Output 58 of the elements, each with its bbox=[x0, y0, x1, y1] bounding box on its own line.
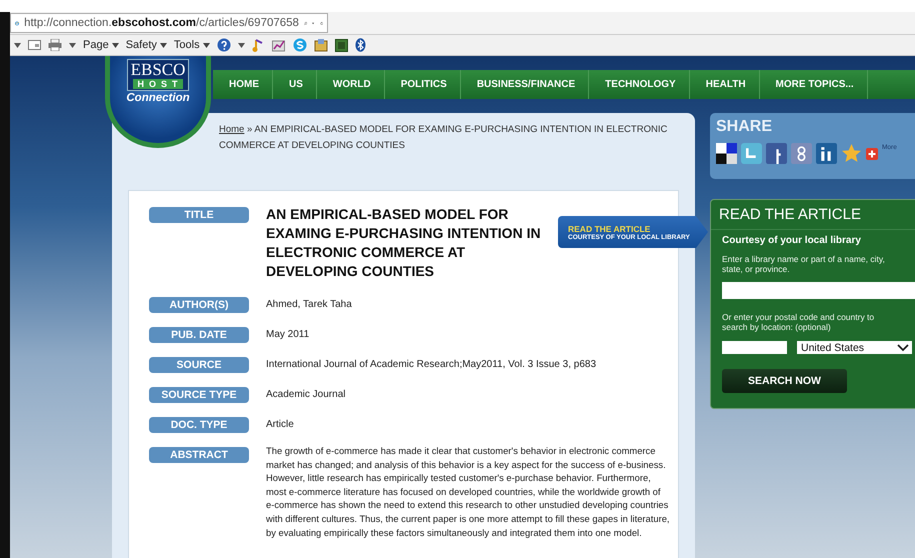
menu-button[interactable]: Tools bbox=[174, 39, 210, 51]
nav-link[interactable]: POLITICS bbox=[384, 70, 461, 99]
plus-icon[interactable] bbox=[866, 148, 878, 160]
postal-code-field[interactable] bbox=[722, 341, 787, 354]
library-name-field[interactable] bbox=[722, 282, 915, 299]
field-label: AUTHOR(S) bbox=[149, 297, 249, 313]
chevron-icon bbox=[897, 344, 909, 352]
hint-text: Enter a library name or part of a name, city, state, or province. bbox=[722, 254, 886, 274]
field-label: SOURCE TYPE bbox=[149, 387, 249, 403]
panel-subheading: Courtesy of your local library bbox=[722, 235, 862, 246]
nav-link[interactable]: WORLD bbox=[316, 70, 385, 99]
article-title: AN EMPIRICAL-BASED MODEL FOR EXAMING E-PURCHASING INTENTION IN ELECTRONIC COMMERCE AT DEVELOPING COUNTIES bbox=[266, 205, 542, 281]
caret-icon[interactable] bbox=[14, 42, 21, 48]
logo-text: HOST bbox=[133, 79, 182, 89]
breadcrumb: Home » AN EMPIRICAL-BASED MODEL FOR EXAMING E-PURCHASING INTENTION IN ELECTRONIC COMMERCE AT DEVELOPING COUNTIES bbox=[219, 123, 668, 153]
nav-link[interactable]: MORE TOPICS... bbox=[760, 70, 868, 99]
nav-link[interactable]: BUSINESS/FINANCE bbox=[460, 70, 590, 99]
star-icon[interactable] bbox=[841, 143, 862, 164]
nav-link[interactable]: TECHNOLOGY bbox=[589, 70, 690, 99]
field-value: Article bbox=[266, 418, 294, 432]
help-icon[interactable] bbox=[216, 38, 231, 52]
caret-icon[interactable] bbox=[69, 42, 76, 48]
field-label: PUB. DATE bbox=[149, 327, 249, 343]
url-text: http://connection.ebscohost.com/c/articles/69707658 bbox=[24, 17, 299, 29]
music-note-icon[interactable] bbox=[252, 38, 265, 52]
search-now-button[interactable]: SEARCH NOW bbox=[722, 369, 847, 393]
share-heading: SHARE bbox=[716, 118, 774, 136]
abstract-text: The growth of e-commerce has made it clear that customer's behavior in electronic commerce market has changed; and analysis of this behavior is a key aspect for the success of e-business. However, little research has empirically tested customer's e-purchase behavior. Furthermore, most e-commerce literature has focused on developed countries, while the worldwide growth of e-commerce has shown the need to extend this research to other unstudied developing countries with different cultures. Thus, the current paper is one more attempt to fill these gapes in literature, by evaluating empirically these factors simultaneously and integrated them into one model. bbox=[266, 444, 671, 540]
field-value: Academic Journal bbox=[266, 388, 346, 402]
logo-text: Connection bbox=[126, 92, 190, 104]
caret-icon bbox=[112, 42, 119, 48]
home-link[interactable]: Home bbox=[219, 124, 244, 135]
field-label: TITLE bbox=[149, 207, 249, 223]
nav-link[interactable]: HEALTH bbox=[690, 70, 760, 99]
nav-link[interactable]: HOME bbox=[213, 70, 273, 99]
caret-icon[interactable] bbox=[238, 42, 245, 48]
bluetooth-icon[interactable] bbox=[354, 38, 366, 52]
field-label: SOURCE bbox=[149, 357, 249, 373]
menu-button[interactable]: Safety bbox=[126, 39, 167, 51]
caret-icon bbox=[202, 42, 210, 48]
field-value: Ahmed, Tarek Taha bbox=[266, 298, 352, 312]
skype-icon[interactable] bbox=[292, 38, 307, 52]
printer-icon[interactable] bbox=[48, 39, 62, 51]
logo-text: EBSCO bbox=[130, 61, 186, 79]
caret-icon bbox=[160, 42, 167, 48]
field-label: DOC. TYPE bbox=[149, 417, 249, 433]
logo[interactable]: EBSCO HOST Connection bbox=[105, 56, 211, 148]
mail-icon[interactable] bbox=[28, 40, 41, 50]
squares-icon[interactable] bbox=[716, 143, 737, 164]
field-label: ABSTRACT bbox=[149, 447, 249, 463]
field-value: International Journal of Academic Research;May2011, Vol. 3 Issue 3, p683 bbox=[266, 358, 596, 372]
menu-button[interactable]: Page bbox=[83, 39, 119, 51]
hint-text: Or enter your postal code and country to search by location: (optional) bbox=[722, 312, 876, 332]
panel-heading: READ THE ARTICLE bbox=[711, 200, 915, 230]
country-dropdown[interactable]: United States bbox=[797, 341, 912, 354]
nav-link[interactable]: US bbox=[273, 70, 317, 99]
address-bar[interactable]: http://connection.ebscohost.com/c/articles/69707658 bbox=[10, 13, 328, 33]
field-value: May 2011 bbox=[266, 328, 310, 342]
